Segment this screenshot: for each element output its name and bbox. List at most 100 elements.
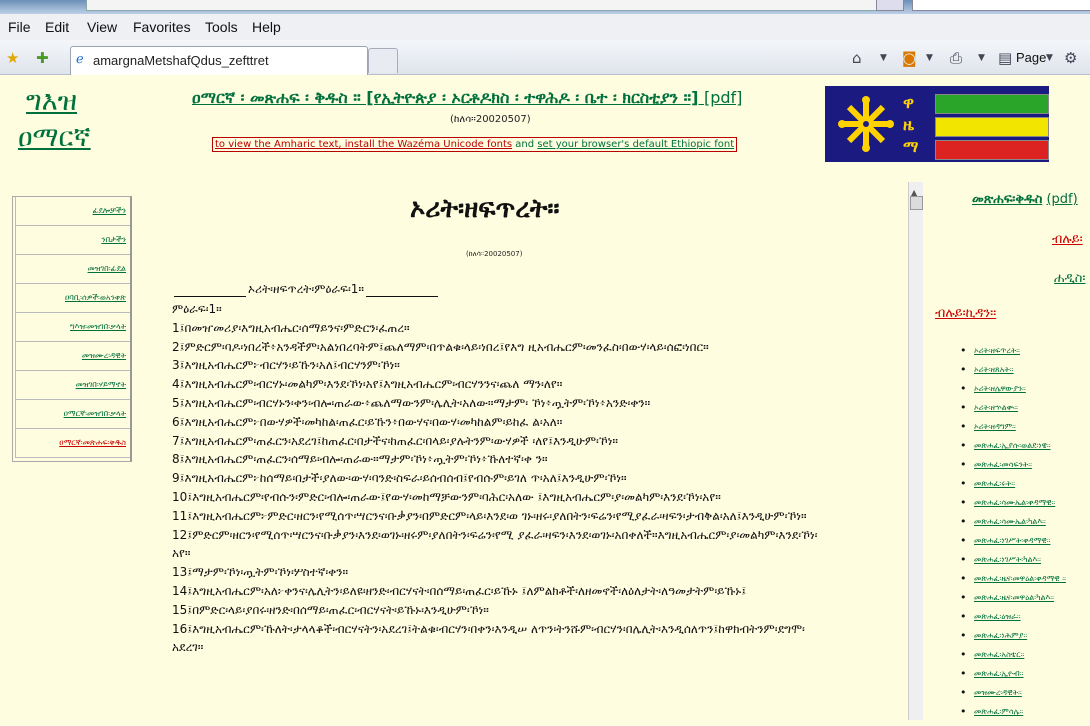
book-link[interactable]: መጽሐፈ፡ሳሙኤል፡ቀዳማዊ።	[974, 498, 1055, 508]
book-link[interactable]: መጽሐፈ፡መሳፍንት።	[974, 460, 1032, 470]
nav-item-label[interactable]: መዝሙረ፡ዳዊት	[82, 351, 126, 361]
book-list-item[interactable]: መጽሐፈ፡ምሳሌ።	[958, 707, 1090, 726]
book-link[interactable]: ኦሪት፡ዘኍልቍ።	[974, 403, 1018, 413]
book-link[interactable]: መጽሐፈ፡ሳሙኤል፡ካልእ።	[974, 517, 1046, 527]
new-testament-link[interactable]: ሐዲስ፡	[1054, 271, 1085, 286]
menu-edit[interactable]: Edit	[45, 19, 69, 35]
menu-help[interactable]: Help	[252, 19, 281, 35]
content-scrollbar[interactable]: ▲	[908, 182, 923, 720]
bible-link[interactable]: መጽሐፍ፡ቅዱስ	[972, 192, 1042, 207]
nav-item-mezgebe-fidel[interactable]: መዝገበ፡ፊደል	[15, 255, 130, 284]
nav-item-geez-dictionary[interactable]: ግእዝ፡መዝገበ፡ቃላት	[15, 313, 130, 342]
menu-favorites[interactable]: Favorites	[133, 19, 191, 35]
book-list-item[interactable]: ኦሪት፡ዘኍልቍ።	[958, 403, 1090, 422]
nav-item-amharic-dictionary[interactable]: ዐማርኛ፡መዝገበ፡ቃላት	[15, 400, 130, 429]
nav-item-grammar[interactable]: ዐባቢ፡ሰዎች፡ወአንቀጽ	[15, 284, 130, 313]
book-list-item[interactable]: መጽሐፈ፡መሳፍንት።	[958, 460, 1090, 479]
nav-item-label[interactable]: ፊደሎቻችን	[93, 206, 126, 216]
new-tab-button[interactable]	[368, 48, 398, 73]
nav-item-religion[interactable]: መዝገበ፡ሃይማኖት	[15, 371, 130, 400]
book-link[interactable]: ኦሪት፡ዘሌዋውያን።	[974, 384, 1026, 394]
nav-item-label[interactable]: መዝገበ፡ሃይማኖት	[76, 380, 126, 390]
wazema-banner[interactable]: ዋ ዜ ማ	[825, 86, 1049, 162]
book-link[interactable]: መጽሐፈ፡ነገሥት፡ካልእ።	[974, 555, 1041, 565]
book-list-item[interactable]: ኦሪት፡ዘጸአት።	[958, 365, 1090, 384]
book-list-item[interactable]: ኦሪት፡ዘሌዋውያን።	[958, 384, 1090, 403]
favorites-star-icon[interactable]: ★	[6, 49, 19, 67]
browser-search-box[interactable]	[912, 0, 1090, 11]
header-title-link[interactable]: ዐማርኛ ፡ መጽሐፍ ፡ ቅዱስ ። [የኢትዮጵያ ፡ ኦርቶዶክስ ፡ ተ…	[192, 88, 698, 107]
home-dropdown-icon[interactable]: ▼	[880, 53, 887, 63]
book-link[interactable]: መዝሙረ፡ዳዊት።	[974, 688, 1022, 698]
tab-current[interactable]: ℯ amargnaMetshafQdus_zefttret	[70, 46, 368, 75]
page-icon[interactable]: ▤	[998, 49, 1012, 67]
install-fonts-link[interactable]: to view the Amharic text, install the Wa…	[215, 139, 512, 150]
book-link[interactable]: ኦሪት፡ዘጸአት።	[974, 365, 1014, 375]
nav-item-label[interactable]: ዐማርኛ፡መጽሐፍ፡ቅዱስ	[59, 438, 126, 448]
book-link[interactable]: መጽሐፈ፡ነገሥት፡ቀዳማዊ።	[974, 536, 1050, 546]
book-list-item[interactable]: መጽሐፈ፡አስቴር።	[958, 650, 1090, 669]
book-link[interactable]: መጽሐፈ፡ሩት።	[974, 479, 1015, 489]
print-dropdown-icon[interactable]: ▼	[978, 53, 985, 63]
address-bar[interactable]	[86, 0, 878, 11]
book-link[interactable]: መጽሐፈ፡ምሳሌ።	[974, 707, 1023, 717]
nav-item-label[interactable]: ዐማርኛ፡መዝገበ፡ቃላት	[64, 409, 126, 419]
page-header-title[interactable]: ዐማርኛ ፡ መጽሐፍ ፡ ቅዱስ ። [የኢትዮጵያ ፡ ኦርቶዶክስ ፡ ተ…	[192, 88, 792, 108]
page-dropdown-icon[interactable]: ▼	[1046, 53, 1053, 63]
book-link[interactable]: መጽሐፈ፡ዜና፡መዋዕል፡ካልእ።	[974, 593, 1054, 603]
nav-item-label[interactable]: ግእዝ፡መዝገበ፡ቃላት	[70, 322, 126, 332]
book-link[interactable]: ኦሪት፡ዘዳግም።	[974, 422, 1016, 432]
home-icon[interactable]: ⌂	[852, 49, 862, 67]
feeds-icon[interactable]: ◙	[902, 49, 917, 67]
nav-item-label[interactable]: መዝገበ፡ፊደል	[88, 264, 126, 274]
page-menu-label[interactable]: Page	[1016, 50, 1046, 65]
book-list-item[interactable]: መጽሐፈ፡ኢያሱ፡ወልደ፡ነዌ።	[958, 441, 1090, 460]
nav-item-fidel[interactable]: ፊደሎቻችን	[15, 197, 130, 226]
nav-item-amharic-bible[interactable]: ዐማርኛ፡መጽሐፍ፡ቅዱስ	[15, 429, 130, 458]
tools-gear-icon[interactable]: ⚙	[1064, 49, 1077, 67]
ie-page-icon: ℯ	[76, 52, 84, 67]
header-pdf-link[interactable]: [pdf]	[704, 88, 742, 107]
book-list-item[interactable]: መጽሐፈ፡ዜና፡መዋዕል፡ካልእ።	[958, 593, 1090, 612]
book-list-item[interactable]: መጽሐፈ፡ነገሥት፡ቀዳማዊ።	[958, 536, 1090, 555]
add-favorites-icon[interactable]: ✚	[36, 49, 49, 67]
scroll-thumb[interactable]	[910, 196, 923, 210]
bible-pdf-link[interactable]: (pdf)	[1046, 192, 1077, 207]
feeds-dropdown-icon[interactable]: ▼	[926, 53, 933, 63]
nav-item-label[interactable]: ንበታችን	[101, 235, 126, 245]
logo-geez[interactable]: ግእዝ	[26, 86, 77, 117]
book-list-item[interactable]: መጽሐፈ፡ነገሥት፡ካልእ።	[958, 555, 1090, 574]
book-link[interactable]: መጽሐፈ፡ኢዮብ።	[974, 669, 1024, 679]
nav-item-psalms[interactable]: መዝሙረ፡ዳዊት	[15, 342, 130, 371]
verse: 14፤እግዚአብሔርም፡አለ፦ቀንና፡ሌሊትን፡ይለዩ፡ዘንድ፡ብርሃናት፡በሰ…	[172, 583, 747, 598]
book-list-item[interactable]: መጽሐፈ፡ሳሙኤል፡ካልእ።	[958, 517, 1090, 536]
book-list-item[interactable]: መጽሐፈ፡ዜና፡መዋዕል፡ቀዳማዊ ።	[958, 574, 1090, 593]
nav-item-nebeb[interactable]: ንበታችን	[15, 226, 130, 255]
site-logo[interactable]: ግእዝ ዐማርኛ	[18, 84, 91, 156]
book-link[interactable]: መጽሐፈ፡ኢያሱ፡ወልደ፡ነዌ።	[974, 441, 1051, 451]
book-link[interactable]: መጽሐፈ፡ዜና፡መዋዕል፡ቀዳማዊ ።	[974, 574, 1066, 584]
book-list-item[interactable]: ኦሪት፡ዘፍጥረት።	[958, 346, 1090, 365]
book-list-item[interactable]: መጽሐፈ፡ነሕምያ።	[958, 631, 1090, 650]
menu-view[interactable]: View	[87, 19, 117, 35]
verse: 9፤እግዚአብሔርም፦ከሰማይ፡በታች፡ያለው፡ውሃ፡ባንድ፡ስፍራ፡ይሰብሰብ…	[172, 471, 627, 486]
set-font-link[interactable]: set your browser's default Ethiopic font	[537, 139, 734, 150]
print-icon[interactable]: ⎙	[950, 49, 962, 67]
book-list-item[interactable]: መጽሐፈ፡ሳሙኤል፡ቀዳማዊ።	[958, 498, 1090, 517]
logo-amharic[interactable]: ዐማርኛ	[18, 120, 91, 156]
book-link[interactable]: መጽሐፈ፡ዕዝራ።	[974, 612, 1021, 622]
nav-item-label[interactable]: ዐባቢ፡ሰዎች፡ወአንቀጽ	[65, 293, 126, 303]
book-list-item[interactable]: መጽሐፈ፡ኢዮብ።	[958, 669, 1090, 688]
old-testament-link[interactable]: ብሉይ፡	[1052, 232, 1083, 247]
book-list-item[interactable]: ኦሪት፡ዘዳግም።	[958, 422, 1090, 441]
refresh-button[interactable]	[876, 0, 904, 11]
menu-file[interactable]: File	[8, 19, 31, 35]
menu-tools[interactable]: Tools	[205, 19, 238, 35]
book-list-item[interactable]: መዝሙረ፡ዳዊት።	[958, 688, 1090, 707]
book-link[interactable]: ኦሪት፡ዘፍጥረት።	[974, 346, 1020, 356]
book-list-item[interactable]: መጽሐፈ፡ሩት።	[958, 479, 1090, 498]
book-list-item[interactable]: መጽሐፈ፡ዕዝራ።	[958, 612, 1090, 631]
book-link[interactable]: መጽሐፈ፡አስቴር።	[974, 650, 1024, 660]
old-testament-heading[interactable]: ብሉይ፡ኪዳን።	[935, 306, 996, 321]
book-link[interactable]: መጽሐፈ፡ነሕምያ።	[974, 631, 1027, 641]
